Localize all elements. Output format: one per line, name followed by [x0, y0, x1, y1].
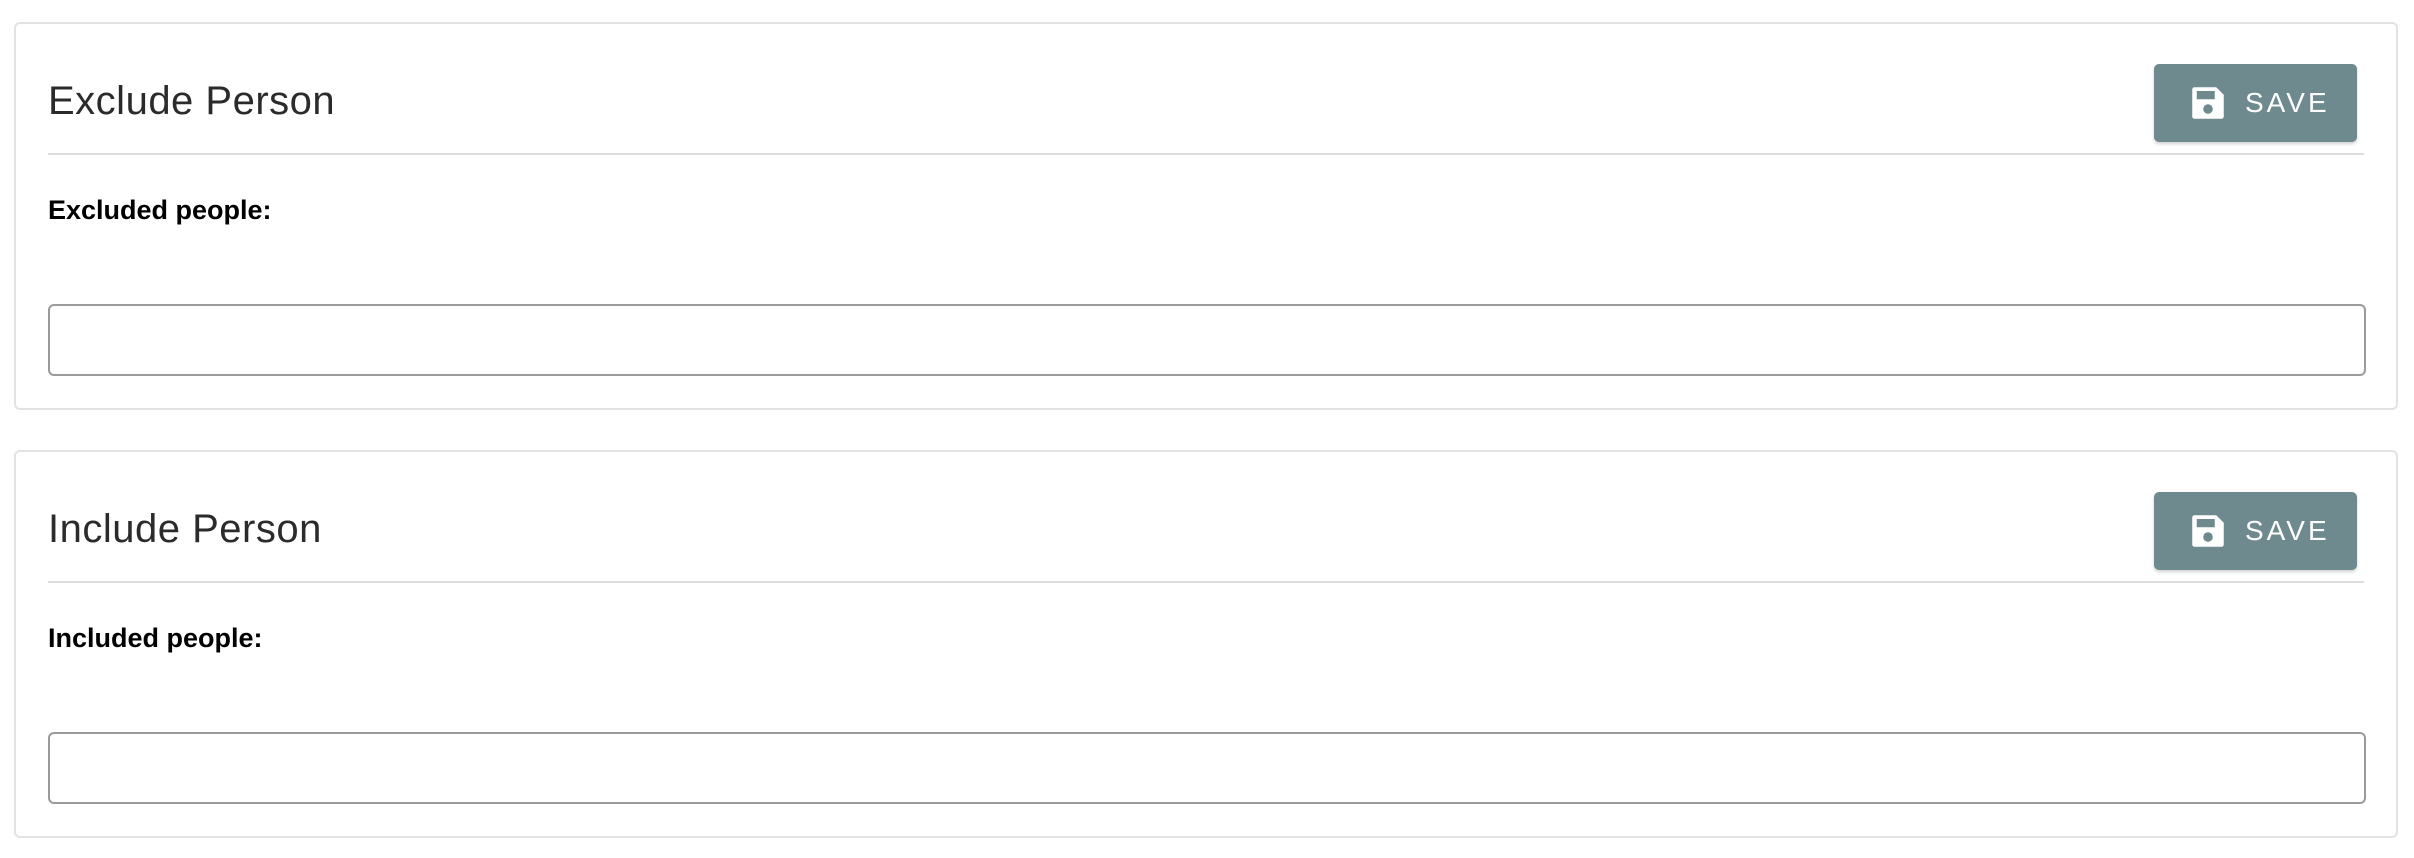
- exclude-person-header: Exclude Person SAVE: [48, 24, 2364, 155]
- included-people-label: Included people:: [48, 623, 263, 653]
- exclude-save-label: SAVE: [2245, 87, 2330, 118]
- include-save-button[interactable]: SAVE: [2154, 492, 2357, 570]
- floppy-disk-icon: [2190, 85, 2226, 121]
- include-save-label: SAVE: [2245, 515, 2330, 546]
- exclude-person-panel: Exclude Person SAVE Excluded people:: [14, 22, 2398, 410]
- include-person-panel: Include Person SAVE Included people:: [14, 450, 2398, 838]
- include-person-header: Include Person SAVE: [48, 452, 2364, 583]
- exclude-person-title: Exclude Person: [48, 79, 336, 123]
- excluded-people-label: Excluded people:: [48, 195, 272, 225]
- exclude-save-button[interactable]: SAVE: [2154, 64, 2357, 142]
- excluded-people-input[interactable]: [48, 304, 2366, 376]
- included-people-input[interactable]: [48, 732, 2366, 804]
- floppy-disk-icon: [2190, 513, 2226, 549]
- include-person-title: Include Person: [48, 507, 322, 551]
